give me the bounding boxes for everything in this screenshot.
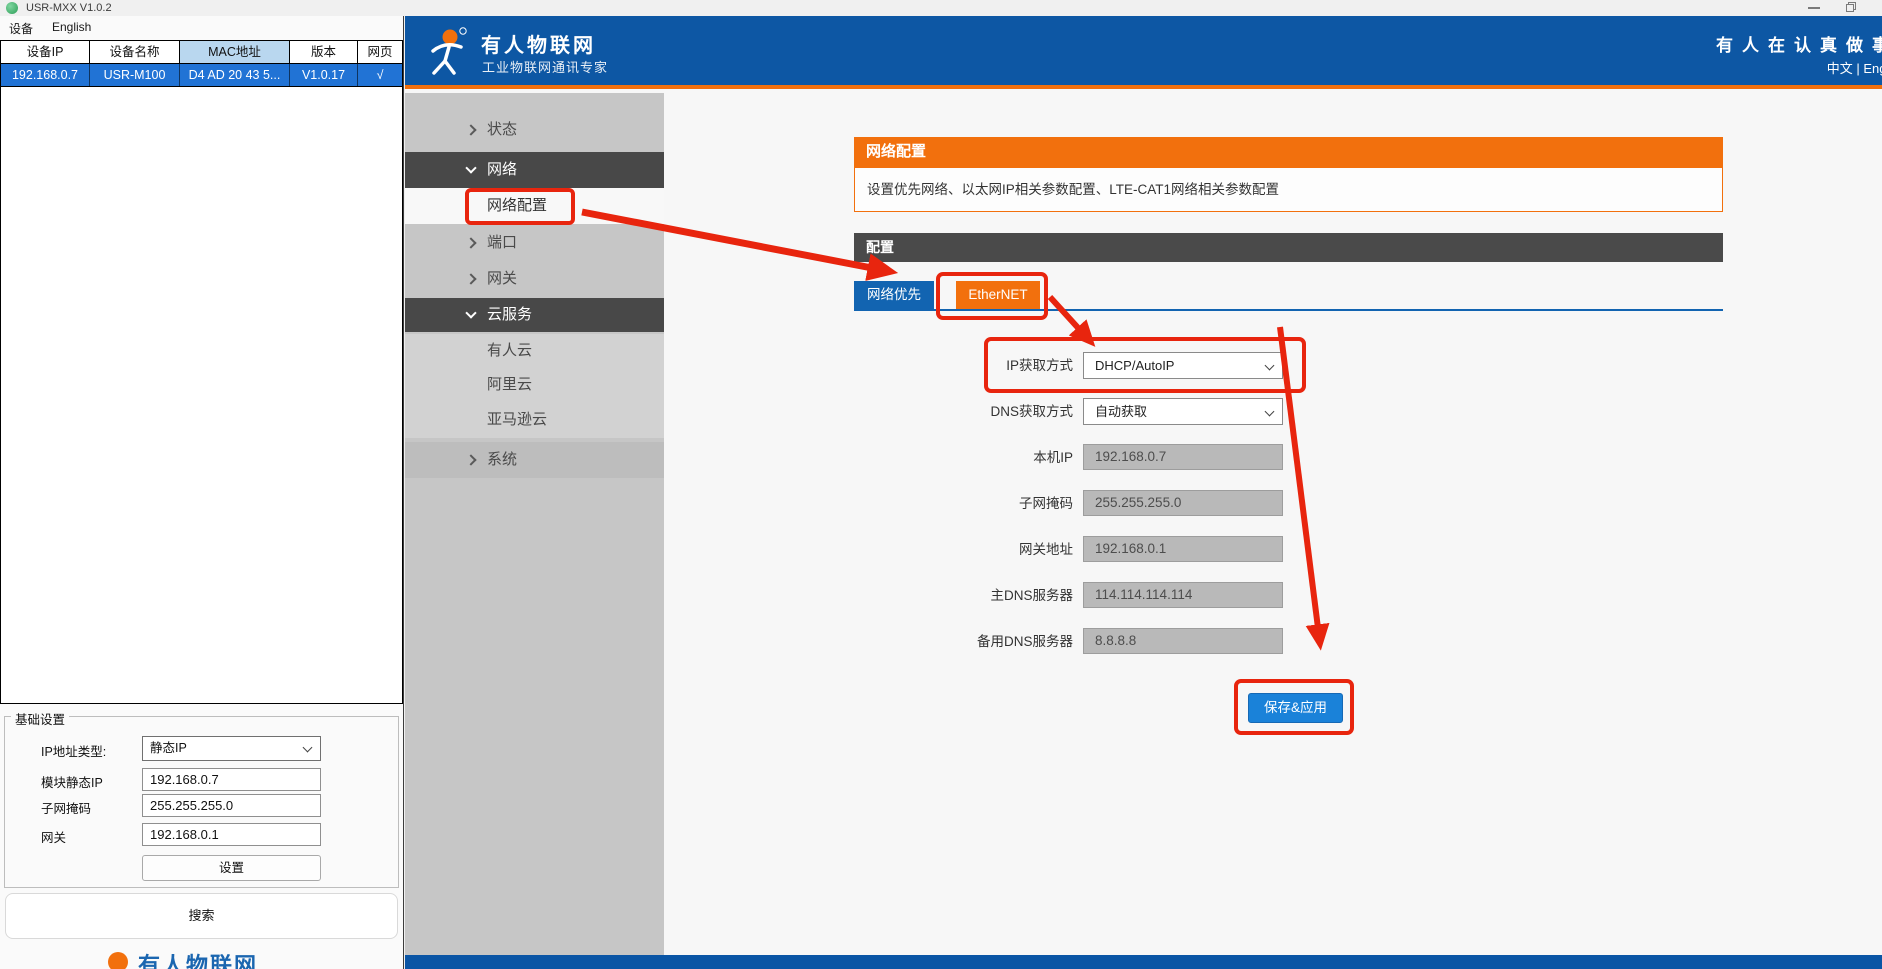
chevron-down-icon [465, 162, 476, 173]
ip-mode-select[interactable]: DHCP/AutoIP [1083, 352, 1283, 379]
local-ip-field: 192.168.0.7 [1083, 444, 1283, 470]
gateway-field[interactable]: 192.168.0.1 [142, 823, 321, 846]
chevron-right-icon [465, 237, 476, 248]
header-webpage[interactable]: 网页 [358, 41, 402, 63]
usr-mxx-app-panel: 设备 English 设备IP 设备名称 MAC地址 版本 网页 192.168… [0, 16, 404, 969]
device-table-header: 设备IP 设备名称 MAC地址 版本 网页 [1, 41, 402, 64]
device-table: 设备IP 设备名称 MAC地址 版本 网页 192.168.0.7 USR-M1… [0, 40, 403, 704]
minimize-icon[interactable] [1808, 7, 1820, 9]
sidebar-item-status[interactable]: 状态 [405, 112, 664, 148]
chevron-down-icon [303, 743, 313, 753]
static-ip-label: 模块静态IP [41, 772, 103, 791]
restore-icon[interactable] [1846, 2, 1856, 12]
tab-network-priority[interactable]: 网络优先 [854, 281, 934, 309]
table-row-device[interactable]: 192.168.0.7 USR-M100 D4 AD 20 43 5... V1… [1, 64, 402, 87]
sidebar-item-network-config[interactable]: 网络配置 [405, 188, 664, 224]
tab-underline [854, 309, 1723, 311]
usr-footer-logo-text: 有人物联网 [138, 948, 258, 969]
page-title: 网络配置 [854, 137, 1723, 167]
secondary-dns-label: 备用DNS服务器 [854, 628, 1073, 655]
sidebar-nav: 状态 网络 网络配置 端口 网关 云服务 有人云 [405, 93, 664, 955]
usr-logo-dot-icon [108, 952, 128, 969]
window-title: USR-MXX V1.0.2 [26, 2, 112, 14]
sidebar-item-system[interactable]: 系统 [405, 442, 664, 478]
language-switch[interactable]: 中文 | English [1827, 58, 1882, 77]
subnet-label: 子网掩码 [41, 798, 91, 817]
subnet-field[interactable]: 255.255.255.0 [142, 794, 321, 817]
gateway-label: 网关 [41, 827, 66, 846]
web-footer-bar [405, 955, 1882, 969]
local-ip-label: 本机IP [854, 444, 1073, 471]
header-device-name[interactable]: 设备名称 [90, 41, 180, 63]
dns-mode-value: 自动获取 [1095, 404, 1147, 419]
ip-mode-value: DHCP/AutoIP [1095, 358, 1174, 373]
cell-version: V1.0.17 [290, 64, 358, 86]
chevron-down-icon [465, 307, 476, 318]
header-device-ip[interactable]: 设备IP [1, 41, 90, 63]
dns-mode-label: DNS获取方式 [854, 398, 1073, 425]
secondary-dns-field: 8.8.8.8 [1083, 628, 1283, 654]
sidebar-item-aws-cloud[interactable]: 亚马逊云 [405, 402, 664, 438]
web-config-page: 有人物联网 工业物联网通讯专家 有人在认真做事 中文 | English 状态 … [405, 16, 1882, 969]
save-apply-button[interactable]: 保存&应用 [1248, 693, 1343, 723]
subnet-mask-field: 255.255.255.0 [1083, 490, 1283, 516]
basic-settings-title: 基础设置 [11, 709, 69, 728]
sidebar-item-gateway[interactable]: 网关 [405, 262, 664, 296]
restore-icon-front [1846, 4, 1854, 12]
sidebar-item-usr-cloud[interactable]: 有人云 [405, 334, 664, 368]
gateway-address-field: 192.168.0.1 [1083, 536, 1283, 562]
chevron-right-icon [465, 454, 476, 465]
ip-type-label: IP地址类型: [41, 741, 106, 760]
gateway-address-label: 网关地址 [854, 536, 1073, 563]
sidebar-item-port[interactable]: 端口 [405, 226, 664, 260]
search-button[interactable]: 搜索 [5, 893, 398, 939]
cell-device-ip: 192.168.0.7 [1, 64, 90, 86]
chevron-down-icon [1265, 407, 1275, 417]
cell-webpage: √ [358, 64, 402, 86]
chevron-right-icon [465, 124, 476, 135]
chevron-right-icon [465, 273, 476, 284]
primary-dns-field: 114.114.114.114 [1083, 582, 1283, 608]
subnet-mask-label: 子网掩码 [854, 490, 1073, 517]
static-ip-field[interactable]: 192.168.0.7 [142, 768, 321, 791]
window-titlebar: USR-MXX V1.0.2 [0, 0, 1882, 16]
sidebar-item-network[interactable]: 网络 [405, 152, 664, 188]
ip-type-value: 静态IP [150, 741, 187, 755]
menu-device[interactable]: 设备 [9, 20, 33, 37]
header-version[interactable]: 版本 [290, 41, 358, 63]
screen: USR-MXX V1.0.2 设备 English 设备IP 设备名称 MAC地… [0, 0, 1882, 969]
app-icon [6, 2, 18, 14]
cell-device-name: USR-M100 [90, 64, 180, 86]
usr-person-logo-icon [423, 27, 473, 77]
menu-english[interactable]: English [52, 20, 91, 34]
ip-type-select[interactable]: 静态IP [142, 736, 321, 761]
set-button[interactable]: 设置 [142, 855, 321, 881]
sidebar-item-cloud[interactable]: 云服务 [405, 298, 664, 332]
header-tagline: 有人在认真做事 [1716, 31, 1882, 56]
basic-settings-group: 基础设置 IP地址类型: 静态IP 模块静态IP 192.168.0.7 子网掩… [4, 716, 399, 888]
sidebar-item-ali-cloud[interactable]: 阿里云 [405, 368, 664, 402]
web-header-banner: 有人物联网 工业物联网通讯专家 有人在认真做事 中文 | English [405, 16, 1882, 89]
config-section-title: 配置 [854, 233, 1723, 262]
ip-mode-label: IP获取方式 [854, 352, 1073, 379]
menubar: 设备 English [0, 16, 403, 40]
primary-dns-label: 主DNS服务器 [854, 582, 1073, 609]
chevron-down-icon [1265, 361, 1275, 371]
page-description: 设置优先网络、以太网IP相关参数配置、LTE-CAT1网络相关参数配置 [854, 167, 1723, 212]
cell-mac-address: D4 AD 20 43 5... [180, 64, 290, 86]
brand-name: 有人物联网 [481, 29, 596, 58]
header-mac-address[interactable]: MAC地址 [180, 41, 290, 63]
dns-mode-select[interactable]: 自动获取 [1083, 398, 1283, 425]
tab-ethernet[interactable]: EtherNET [956, 281, 1040, 309]
brand-slogan: 工业物联网通讯专家 [482, 57, 608, 76]
